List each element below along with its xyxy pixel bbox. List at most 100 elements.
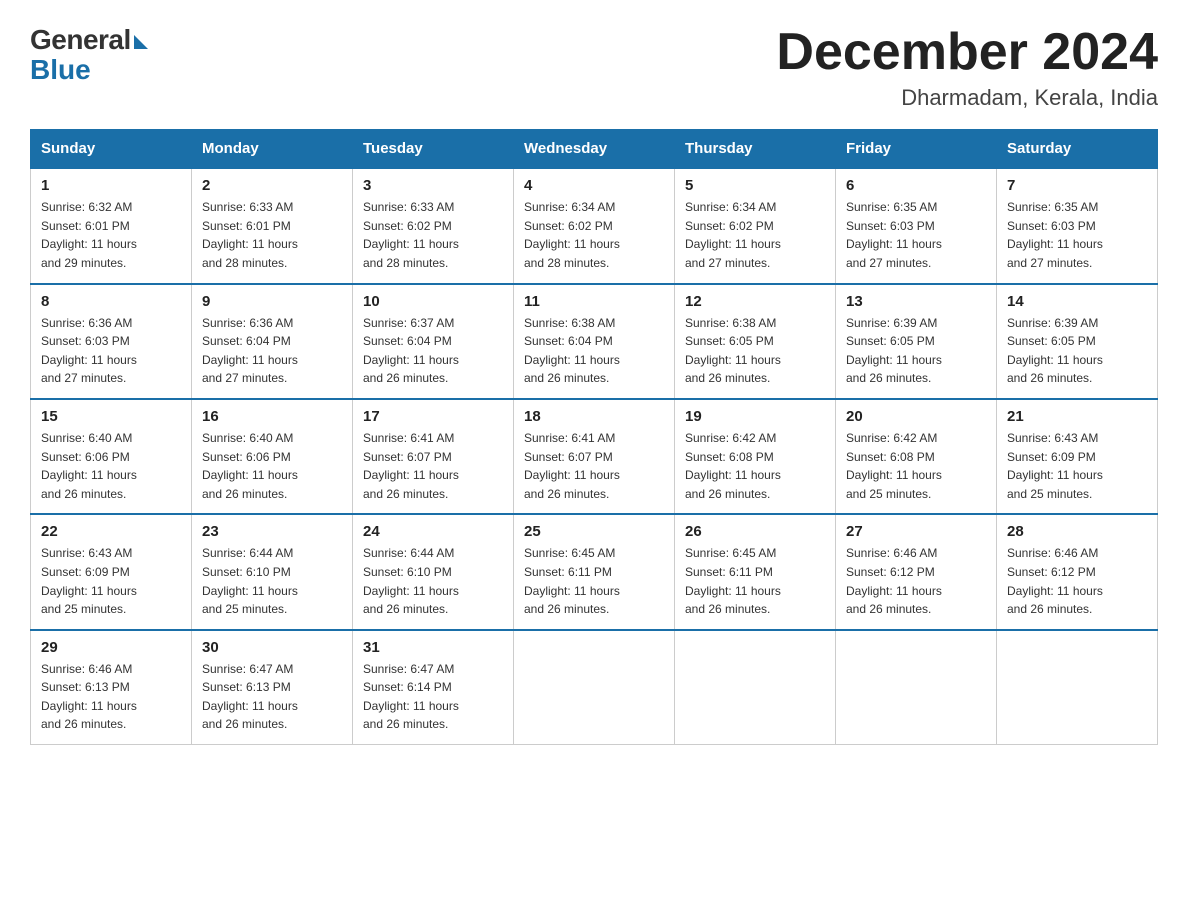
day-info: Sunrise: 6:35 AM Sunset: 6:03 PM Dayligh… <box>846 198 986 272</box>
day-number: 17 <box>363 408 503 425</box>
day-info: Sunrise: 6:38 AM Sunset: 6:05 PM Dayligh… <box>685 314 825 388</box>
calendar-day-cell: 19 Sunrise: 6:42 AM Sunset: 6:08 PM Dayl… <box>675 399 836 514</box>
day-info: Sunrise: 6:46 AM Sunset: 6:12 PM Dayligh… <box>1007 544 1147 618</box>
calendar-day-cell <box>514 630 675 745</box>
calendar-day-cell: 29 Sunrise: 6:46 AM Sunset: 6:13 PM Dayl… <box>31 630 192 745</box>
location-subtitle: Dharmadam, Kerala, India <box>776 85 1158 111</box>
day-number: 28 <box>1007 523 1147 540</box>
day-info: Sunrise: 6:46 AM Sunset: 6:12 PM Dayligh… <box>846 544 986 618</box>
day-info: Sunrise: 6:44 AM Sunset: 6:10 PM Dayligh… <box>202 544 342 618</box>
day-info: Sunrise: 6:39 AM Sunset: 6:05 PM Dayligh… <box>846 314 986 388</box>
calendar-day-cell: 18 Sunrise: 6:41 AM Sunset: 6:07 PM Dayl… <box>514 399 675 514</box>
calendar-day-cell: 26 Sunrise: 6:45 AM Sunset: 6:11 PM Dayl… <box>675 514 836 629</box>
calendar-day-cell: 3 Sunrise: 6:33 AM Sunset: 6:02 PM Dayli… <box>353 168 514 283</box>
day-number: 15 <box>41 408 181 425</box>
calendar-week-row: 8 Sunrise: 6:36 AM Sunset: 6:03 PM Dayli… <box>31 284 1158 399</box>
day-info: Sunrise: 6:36 AM Sunset: 6:04 PM Dayligh… <box>202 314 342 388</box>
calendar-day-cell <box>997 630 1158 745</box>
day-info: Sunrise: 6:42 AM Sunset: 6:08 PM Dayligh… <box>685 429 825 503</box>
calendar-day-cell <box>836 630 997 745</box>
day-info: Sunrise: 6:34 AM Sunset: 6:02 PM Dayligh… <box>524 198 664 272</box>
calendar-day-cell: 9 Sunrise: 6:36 AM Sunset: 6:04 PM Dayli… <box>192 284 353 399</box>
day-number: 19 <box>685 408 825 425</box>
calendar-day-cell: 13 Sunrise: 6:39 AM Sunset: 6:05 PM Dayl… <box>836 284 997 399</box>
day-number: 29 <box>41 639 181 656</box>
day-number: 7 <box>1007 177 1147 194</box>
day-of-week-header: Friday <box>836 130 997 169</box>
calendar-day-cell: 2 Sunrise: 6:33 AM Sunset: 6:01 PM Dayli… <box>192 168 353 283</box>
day-info: Sunrise: 6:41 AM Sunset: 6:07 PM Dayligh… <box>363 429 503 503</box>
day-info: Sunrise: 6:35 AM Sunset: 6:03 PM Dayligh… <box>1007 198 1147 272</box>
day-info: Sunrise: 6:40 AM Sunset: 6:06 PM Dayligh… <box>41 429 181 503</box>
day-info: Sunrise: 6:40 AM Sunset: 6:06 PM Dayligh… <box>202 429 342 503</box>
page-header: General Blue December 2024 Dharmadam, Ke… <box>30 24 1158 111</box>
calendar-day-cell: 11 Sunrise: 6:38 AM Sunset: 6:04 PM Dayl… <box>514 284 675 399</box>
day-number: 26 <box>685 523 825 540</box>
day-info: Sunrise: 6:37 AM Sunset: 6:04 PM Dayligh… <box>363 314 503 388</box>
day-number: 8 <box>41 293 181 310</box>
day-number: 23 <box>202 523 342 540</box>
calendar-day-cell: 20 Sunrise: 6:42 AM Sunset: 6:08 PM Dayl… <box>836 399 997 514</box>
day-info: Sunrise: 6:33 AM Sunset: 6:02 PM Dayligh… <box>363 198 503 272</box>
logo-blue-text: Blue <box>30 54 91 86</box>
calendar-day-cell: 27 Sunrise: 6:46 AM Sunset: 6:12 PM Dayl… <box>836 514 997 629</box>
calendar-day-cell: 1 Sunrise: 6:32 AM Sunset: 6:01 PM Dayli… <box>31 168 192 283</box>
calendar-day-cell: 28 Sunrise: 6:46 AM Sunset: 6:12 PM Dayl… <box>997 514 1158 629</box>
day-number: 24 <box>363 523 503 540</box>
calendar-day-cell: 30 Sunrise: 6:47 AM Sunset: 6:13 PM Dayl… <box>192 630 353 745</box>
day-number: 10 <box>363 293 503 310</box>
calendar-day-cell: 15 Sunrise: 6:40 AM Sunset: 6:06 PM Dayl… <box>31 399 192 514</box>
logo: General Blue <box>30 24 148 86</box>
calendar-table: SundayMondayTuesdayWednesdayThursdayFrid… <box>30 129 1158 745</box>
month-year-title: December 2024 <box>776 24 1158 81</box>
calendar-day-cell: 10 Sunrise: 6:37 AM Sunset: 6:04 PM Dayl… <box>353 284 514 399</box>
day-info: Sunrise: 6:43 AM Sunset: 6:09 PM Dayligh… <box>1007 429 1147 503</box>
day-number: 21 <box>1007 408 1147 425</box>
calendar-day-cell: 16 Sunrise: 6:40 AM Sunset: 6:06 PM Dayl… <box>192 399 353 514</box>
day-info: Sunrise: 6:43 AM Sunset: 6:09 PM Dayligh… <box>41 544 181 618</box>
day-info: Sunrise: 6:32 AM Sunset: 6:01 PM Dayligh… <box>41 198 181 272</box>
day-number: 4 <box>524 177 664 194</box>
calendar-day-cell: 8 Sunrise: 6:36 AM Sunset: 6:03 PM Dayli… <box>31 284 192 399</box>
calendar-day-cell: 17 Sunrise: 6:41 AM Sunset: 6:07 PM Dayl… <box>353 399 514 514</box>
day-number: 16 <box>202 408 342 425</box>
day-info: Sunrise: 6:39 AM Sunset: 6:05 PM Dayligh… <box>1007 314 1147 388</box>
day-number: 2 <box>202 177 342 194</box>
calendar-day-cell: 23 Sunrise: 6:44 AM Sunset: 6:10 PM Dayl… <box>192 514 353 629</box>
day-of-week-header: Saturday <box>997 130 1158 169</box>
calendar-day-cell: 24 Sunrise: 6:44 AM Sunset: 6:10 PM Dayl… <box>353 514 514 629</box>
day-of-week-header: Wednesday <box>514 130 675 169</box>
day-info: Sunrise: 6:45 AM Sunset: 6:11 PM Dayligh… <box>685 544 825 618</box>
day-info: Sunrise: 6:42 AM Sunset: 6:08 PM Dayligh… <box>846 429 986 503</box>
day-number: 11 <box>524 293 664 310</box>
day-info: Sunrise: 6:44 AM Sunset: 6:10 PM Dayligh… <box>363 544 503 618</box>
day-number: 1 <box>41 177 181 194</box>
day-info: Sunrise: 6:36 AM Sunset: 6:03 PM Dayligh… <box>41 314 181 388</box>
calendar-day-cell: 7 Sunrise: 6:35 AM Sunset: 6:03 PM Dayli… <box>997 168 1158 283</box>
day-of-week-header: Tuesday <box>353 130 514 169</box>
day-of-week-header: Thursday <box>675 130 836 169</box>
calendar-day-cell: 31 Sunrise: 6:47 AM Sunset: 6:14 PM Dayl… <box>353 630 514 745</box>
day-info: Sunrise: 6:46 AM Sunset: 6:13 PM Dayligh… <box>41 660 181 734</box>
day-number: 5 <box>685 177 825 194</box>
day-number: 14 <box>1007 293 1147 310</box>
day-number: 31 <box>363 639 503 656</box>
day-number: 12 <box>685 293 825 310</box>
day-info: Sunrise: 6:47 AM Sunset: 6:14 PM Dayligh… <box>363 660 503 734</box>
calendar-day-cell: 22 Sunrise: 6:43 AM Sunset: 6:09 PM Dayl… <box>31 514 192 629</box>
day-of-week-header: Monday <box>192 130 353 169</box>
day-info: Sunrise: 6:41 AM Sunset: 6:07 PM Dayligh… <box>524 429 664 503</box>
logo-general-text: General <box>30 24 131 56</box>
day-number: 25 <box>524 523 664 540</box>
title-block: December 2024 Dharmadam, Kerala, India <box>776 24 1158 111</box>
calendar-week-row: 15 Sunrise: 6:40 AM Sunset: 6:06 PM Dayl… <box>31 399 1158 514</box>
calendar-header-row: SundayMondayTuesdayWednesdayThursdayFrid… <box>31 130 1158 169</box>
calendar-week-row: 29 Sunrise: 6:46 AM Sunset: 6:13 PM Dayl… <box>31 630 1158 745</box>
day-info: Sunrise: 6:38 AM Sunset: 6:04 PM Dayligh… <box>524 314 664 388</box>
calendar-day-cell: 4 Sunrise: 6:34 AM Sunset: 6:02 PM Dayli… <box>514 168 675 283</box>
calendar-day-cell: 21 Sunrise: 6:43 AM Sunset: 6:09 PM Dayl… <box>997 399 1158 514</box>
day-number: 3 <box>363 177 503 194</box>
calendar-day-cell: 25 Sunrise: 6:45 AM Sunset: 6:11 PM Dayl… <box>514 514 675 629</box>
day-number: 6 <box>846 177 986 194</box>
day-info: Sunrise: 6:45 AM Sunset: 6:11 PM Dayligh… <box>524 544 664 618</box>
